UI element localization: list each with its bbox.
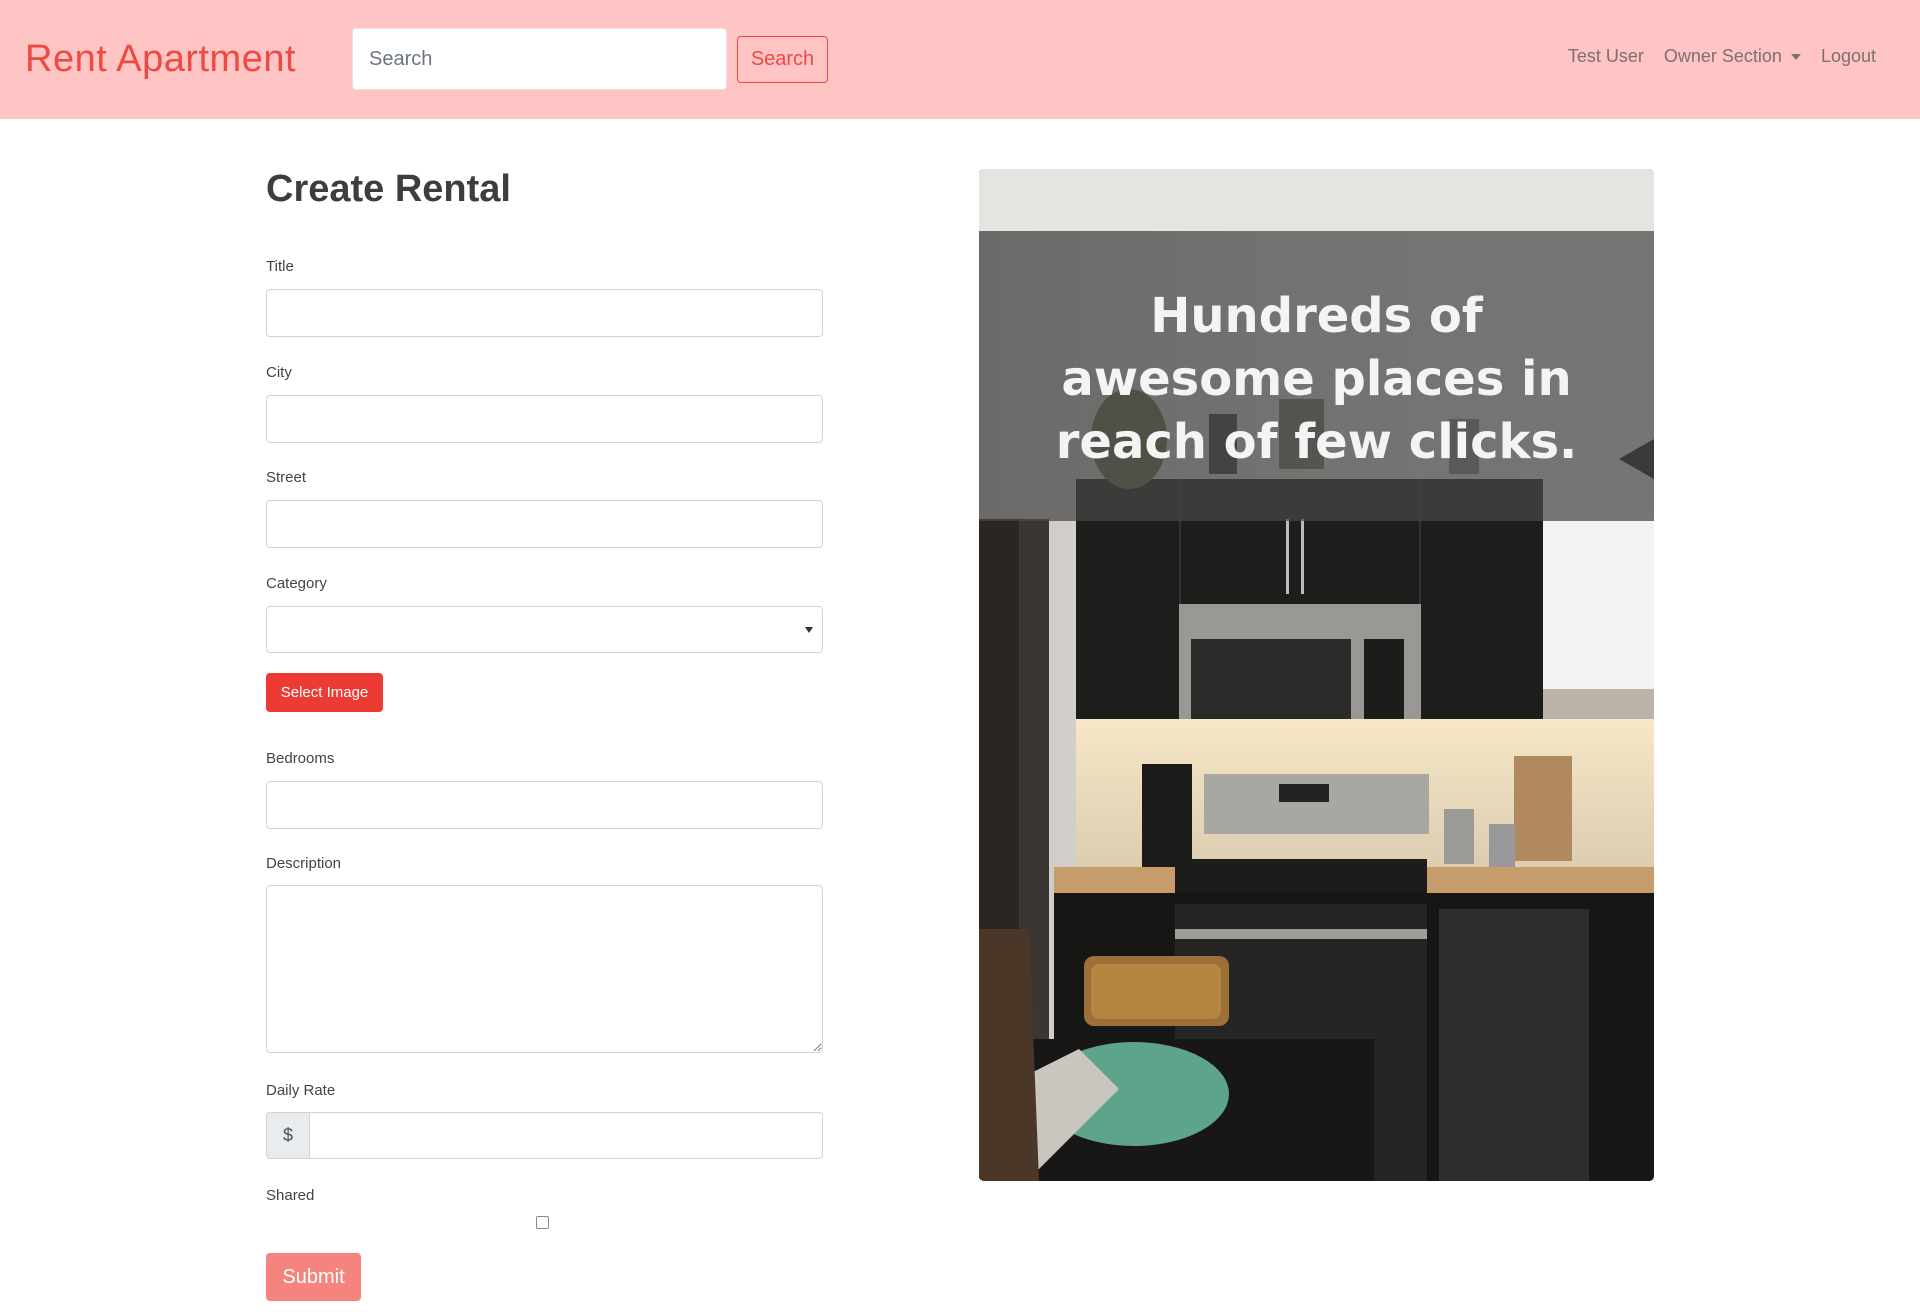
category-select[interactable] bbox=[266, 606, 823, 653]
submit-button[interactable]: Submit bbox=[266, 1253, 361, 1301]
street-input[interactable] bbox=[266, 500, 823, 548]
search-button[interactable]: Search bbox=[737, 36, 828, 83]
description-label: Description bbox=[266, 855, 342, 872]
shared-checkbox[interactable] bbox=[536, 1216, 549, 1229]
search-input[interactable] bbox=[352, 28, 727, 90]
daily-rate-group: $ bbox=[266, 1112, 823, 1159]
title-input[interactable] bbox=[266, 289, 823, 337]
daily-rate-input[interactable] bbox=[309, 1112, 823, 1159]
title-label: Title bbox=[266, 258, 294, 275]
dropdown-arrow-icon bbox=[805, 627, 813, 633]
city-input[interactable] bbox=[266, 395, 823, 443]
owner-section-dropdown[interactable]: Owner Section bbox=[1654, 46, 1811, 67]
owner-section-label: Owner Section bbox=[1663, 46, 1782, 66]
brand-logo[interactable]: Rent Apartment bbox=[25, 37, 296, 81]
logout-link[interactable]: Logout bbox=[1811, 46, 1886, 67]
description-textarea[interactable] bbox=[266, 885, 823, 1053]
city-label: City bbox=[266, 364, 292, 381]
navbar: Rent Apartment Search Test User Owner Se… bbox=[0, 0, 1920, 119]
daily-rate-label: Daily Rate bbox=[266, 1082, 336, 1099]
currency-prefix: $ bbox=[266, 1112, 309, 1159]
page-title: Create Rental bbox=[266, 168, 511, 210]
nav-links: Test User Owner Section Logout bbox=[1558, 46, 1886, 67]
bedrooms-label: Bedrooms bbox=[266, 750, 335, 767]
nav-user-link[interactable]: Test User bbox=[1558, 46, 1654, 67]
shared-label: Shared bbox=[266, 1187, 315, 1204]
select-image-button[interactable]: Select Image bbox=[266, 673, 383, 712]
caret-down-icon bbox=[1790, 53, 1801, 60]
hero-image: Hundreds of awesome places in reach of f… bbox=[979, 169, 1654, 1181]
hero-headline: Hundreds of awesome places in reach of f… bbox=[1055, 288, 1578, 470]
category-label: Category bbox=[266, 575, 327, 592]
bedrooms-input[interactable] bbox=[266, 781, 823, 829]
street-label: Street bbox=[266, 469, 307, 486]
